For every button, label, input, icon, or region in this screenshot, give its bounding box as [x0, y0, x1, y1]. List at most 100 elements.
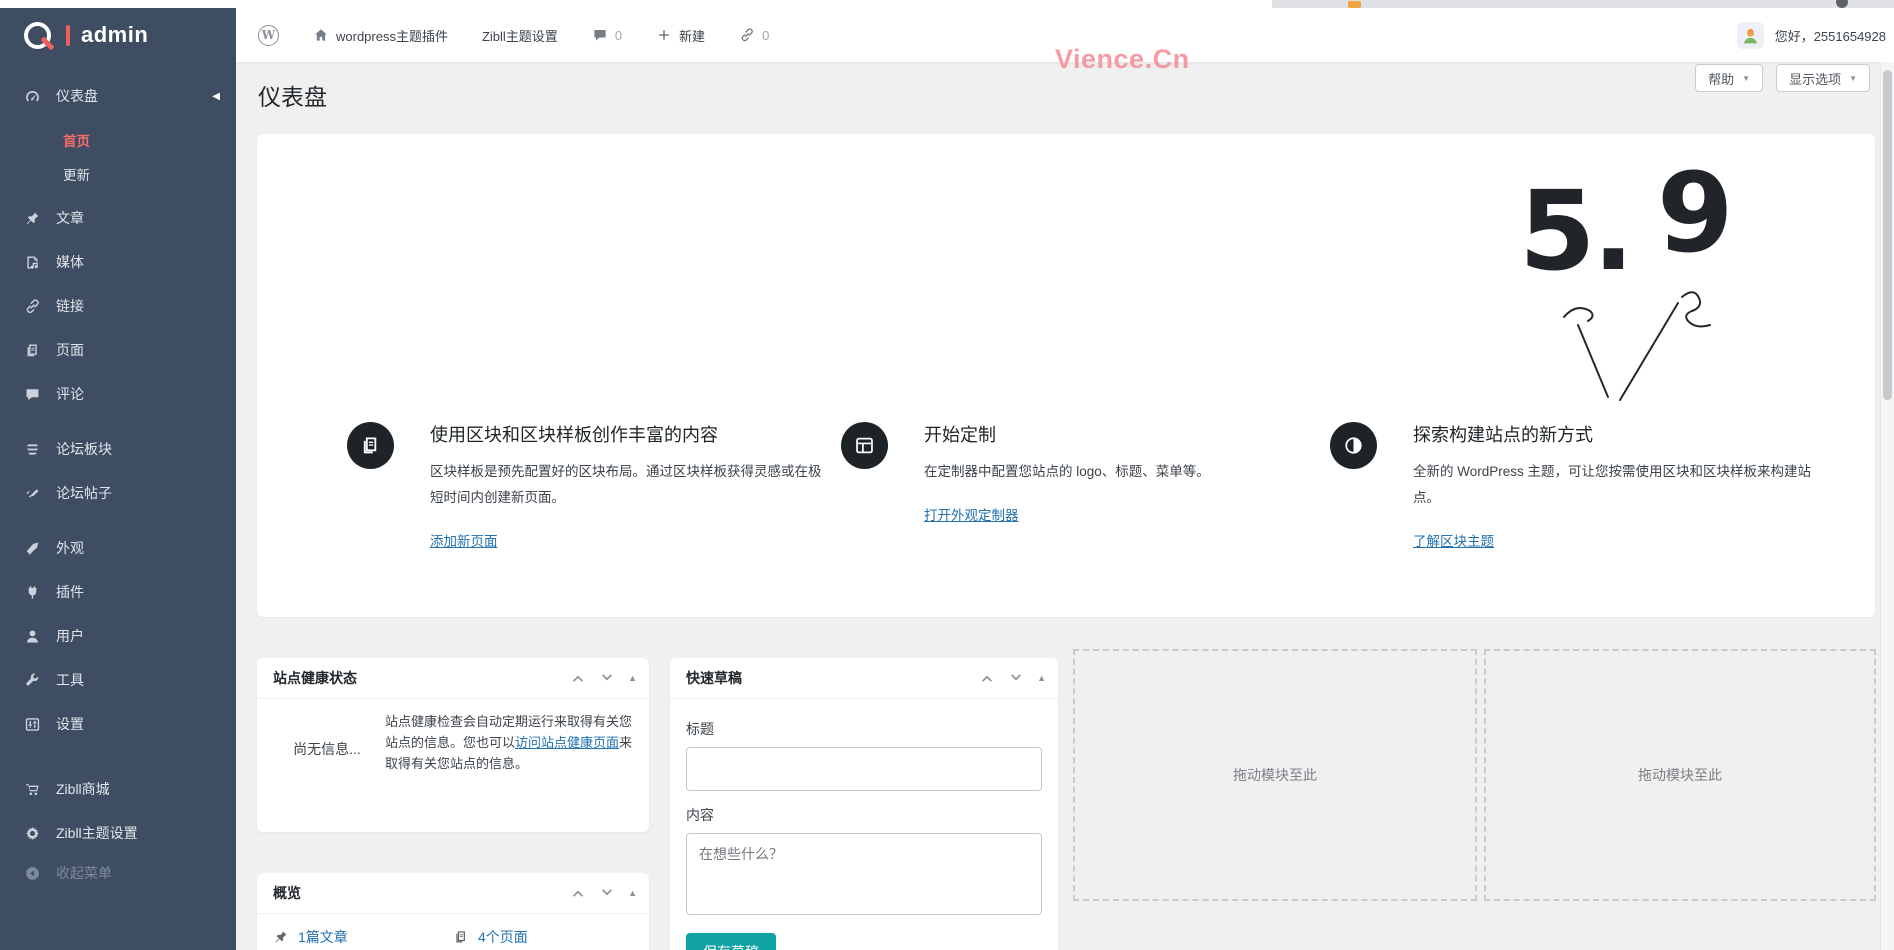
page-title: 仪表盘: [258, 78, 327, 112]
visit-site-link[interactable]: wordpress主题插件: [313, 26, 448, 45]
comments-link[interactable]: 0: [592, 27, 622, 43]
toggle-panel-icon[interactable]: ▲: [1037, 673, 1046, 683]
page-scrollbar[interactable]: [1880, 62, 1894, 950]
sidebar-subitem-home[interactable]: 首页: [0, 123, 236, 157]
plus-icon: [656, 27, 672, 43]
move-up-icon[interactable]: [979, 670, 995, 686]
sidebar-item-appearance[interactable]: 外观: [0, 526, 236, 570]
wrench-icon: [24, 672, 41, 689]
sidebar-item-forum-boards[interactable]: 论坛板块: [0, 427, 236, 471]
add-new-page-link[interactable]: 添加新页面: [430, 530, 498, 550]
pushpin-icon: [24, 210, 41, 227]
save-draft-button[interactable]: 保存草稿: [686, 933, 776, 950]
widget-drop-zone[interactable]: 拖动模块至此: [1073, 649, 1477, 901]
move-down-icon[interactable]: [1008, 670, 1024, 686]
sidebar-item-plugins[interactable]: 插件: [0, 570, 236, 614]
site-name: wordpress主题插件: [336, 26, 448, 45]
help-button[interactable]: 帮助 ▼: [1695, 64, 1763, 92]
welcome-column-explore: 探索构建站点的新方式 全新的 WordPress 主题，可让您按需使用区块和区块…: [1330, 422, 1815, 551]
sidebar-subitem-updates[interactable]: 更新: [0, 157, 236, 191]
greeting-text: 您好，2551654928: [1775, 26, 1886, 45]
sidebar-item-users[interactable]: 用户: [0, 614, 236, 658]
widget-title: 快速草稿: [686, 668, 742, 688]
screen-meta-buttons: 帮助 ▼ 显示选项 ▼: [1695, 64, 1870, 92]
move-down-icon[interactable]: [599, 670, 615, 686]
comment-icon: [24, 386, 41, 403]
forum-posts-icon: [24, 485, 41, 502]
sidebar-item-pages[interactable]: 页面: [0, 328, 236, 372]
account-menu[interactable]: 您好，2551654928: [1737, 22, 1894, 49]
move-up-icon[interactable]: [570, 670, 586, 686]
welcome-column-body: 全新的 WordPress 主题，可让您按需使用区块和区块样板来构建站点。: [1413, 459, 1815, 511]
chain-icon: [24, 298, 41, 315]
draft-content-textarea[interactable]: [686, 833, 1042, 915]
sidebar-item-zibll-shop[interactable]: Zibll商城: [0, 767, 236, 811]
pages-count-link[interactable]: 4个页面: [453, 927, 633, 947]
widget-title: 概览: [273, 883, 301, 903]
sidebar-item-comments[interactable]: 评论: [0, 372, 236, 416]
welcome-column-blocks: 使用区块和区块样板创作丰富的内容 区块样板是预先配置好的区块布局。通过区块样板获…: [347, 422, 832, 551]
toggle-panel-icon[interactable]: ▲: [628, 888, 637, 898]
logo-wordmark: admin: [81, 22, 148, 48]
paintbrush-icon: [24, 540, 41, 557]
site-health-status: 尚无信息...: [269, 739, 385, 774]
site-health-page-link[interactable]: 访问站点健康页面: [515, 735, 619, 750]
welcome-column-body: 在定制器中配置您站点的 logo、标题、菜单等。: [924, 459, 1326, 485]
permalinks-counter[interactable]: 0: [739, 27, 769, 43]
q-logo-icon: [24, 22, 51, 49]
welcome-column-title: 使用区块和区块样板创作丰富的内容: [430, 422, 832, 448]
gear-icon: [24, 825, 41, 842]
customizer-layout-icon: [841, 422, 888, 469]
plug-icon: [24, 584, 41, 601]
cart-icon: [24, 781, 41, 798]
new-content-menu[interactable]: 新建: [656, 26, 705, 45]
quick-draft-widget: 快速草稿 ▲ 标题 内容 保存草稿: [670, 658, 1058, 950]
sidebar-item-zibll-theme-settings[interactable]: Zibll主题设置: [0, 811, 236, 855]
at-a-glance-widget: 概览 ▲ 1篇文章 4个页面: [257, 873, 649, 950]
draft-title-input[interactable]: [686, 747, 1042, 791]
site-watermark: Vience.Cn: [1055, 44, 1190, 75]
sidebar-item-dashboard[interactable]: 仪表盘 ◀: [0, 76, 236, 116]
draft-title-label: 标题: [686, 719, 1042, 739]
gauge-icon: [24, 88, 41, 105]
sidebar-item-settings[interactable]: 设置: [0, 702, 236, 746]
sidebar-item-tools[interactable]: 工具: [0, 658, 236, 702]
collapse-menu-button[interactable]: 收起菜单: [0, 855, 236, 891]
comment-count: 0: [615, 28, 622, 43]
scrollbar-thumb[interactable]: [1883, 70, 1892, 400]
wordpress-admin-dashboard: Vience.Cn admin W wordpress主题插件 Zibll主题设…: [0, 0, 1894, 950]
zibll-theme-settings-link[interactable]: Zibll主题设置: [482, 26, 558, 45]
wordpress-menu[interactable]: W: [258, 25, 279, 46]
learn-block-themes-link[interactable]: 了解区块主题: [1413, 530, 1494, 550]
sidebar-item-forum-posts[interactable]: 论坛帖子: [0, 471, 236, 515]
screen-options-button[interactable]: 显示选项 ▼: [1776, 64, 1870, 92]
logo-divider: [66, 25, 70, 46]
admin-logo[interactable]: admin: [0, 8, 236, 62]
person-icon: [1740, 25, 1761, 46]
move-down-icon[interactable]: [599, 885, 615, 901]
media-icon: [24, 254, 41, 271]
collapse-circle-icon: [24, 865, 41, 882]
welcome-column-title: 开始定制: [924, 422, 1326, 448]
toggle-panel-icon[interactable]: ▲: [628, 673, 637, 683]
widget-title: 站点健康状态: [273, 668, 357, 688]
posts-count-link[interactable]: 1篇文章: [273, 927, 453, 947]
sidebar-item-posts[interactable]: 文章: [0, 196, 236, 240]
sidebar-item-media[interactable]: 媒体: [0, 240, 236, 284]
wordpress-logo-icon: W: [258, 25, 279, 46]
link-count: 0: [762, 28, 769, 43]
dashboard-content: 仪表盘 帮助 ▼ 显示选项 ▼ 5. 9: [236, 62, 1894, 950]
browser-chrome-strip: [0, 0, 1894, 8]
chevron-down-icon: ▼: [1849, 74, 1857, 83]
open-customizer-link[interactable]: 打开外观定制器: [924, 504, 1019, 524]
pages-icon: [347, 422, 394, 469]
pushpin-icon: [273, 929, 289, 945]
widget-drop-zone[interactable]: 拖动模块至此: [1484, 649, 1876, 901]
home-icon: [313, 27, 329, 43]
move-up-icon[interactable]: [570, 885, 586, 901]
browser-profile-avatar: [1836, 0, 1848, 8]
styles-half-circle-icon: [1330, 422, 1377, 469]
sidebar-item-links[interactable]: 链接: [0, 284, 236, 328]
user-avatar: [1737, 22, 1764, 49]
collapse-left-icon[interactable]: ◀: [212, 91, 220, 102]
